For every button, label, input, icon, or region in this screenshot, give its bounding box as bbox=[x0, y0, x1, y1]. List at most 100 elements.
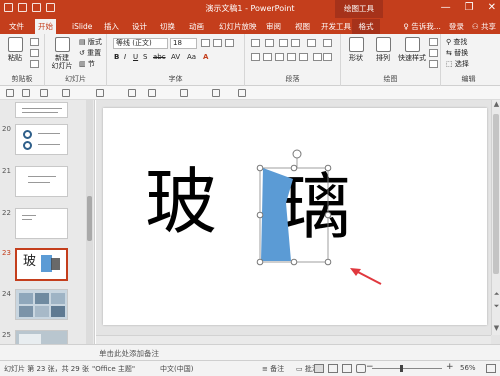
font-name-select[interactable]: 等线 (正文) bbox=[113, 38, 168, 49]
resize-handle[interactable] bbox=[290, 164, 298, 172]
underline-icon[interactable]: U bbox=[133, 53, 138, 62]
numbering-icon[interactable] bbox=[265, 39, 274, 47]
cut-icon[interactable] bbox=[30, 38, 39, 46]
rotate-handle-icon[interactable] bbox=[292, 149, 302, 159]
panel-scrollbar[interactable] bbox=[86, 100, 93, 344]
language-indicator[interactable]: 中文(中国) bbox=[160, 364, 193, 374]
change-case-icon[interactable]: Aa bbox=[187, 53, 196, 62]
clear-format-icon[interactable] bbox=[225, 39, 234, 47]
table-icon[interactable] bbox=[22, 89, 30, 97]
font-color-icon[interactable]: A bbox=[203, 53, 208, 62]
tell-me-box[interactable]: ♀ 告诉我... bbox=[403, 19, 441, 34]
slide-canvas[interactable]: 玻 璃 bbox=[103, 108, 487, 325]
bold-icon[interactable]: B bbox=[114, 53, 119, 62]
quick-styles-button[interactable]: 快速样式 bbox=[396, 37, 428, 62]
start-slideshow-icon[interactable] bbox=[180, 89, 188, 97]
freeform-shape[interactable] bbox=[261, 168, 293, 261]
align-right-icon[interactable] bbox=[275, 53, 284, 61]
tab-design[interactable]: 设计 bbox=[129, 19, 150, 34]
scroll-down-icon[interactable]: ▼ bbox=[492, 324, 500, 333]
more-commands-icon[interactable] bbox=[212, 89, 220, 97]
char-spacing-icon[interactable]: AV bbox=[171, 53, 180, 62]
resize-handle[interactable] bbox=[256, 258, 264, 266]
distribute-icon[interactable] bbox=[299, 53, 308, 61]
vertical-scroll-thumb[interactable] bbox=[493, 114, 499, 274]
tab-format[interactable]: 格式 bbox=[352, 19, 380, 34]
zoom-slider-knob[interactable] bbox=[400, 365, 403, 372]
tab-file[interactable]: 文件 bbox=[6, 19, 27, 34]
reset-button[interactable]: ↺ 重置 bbox=[79, 49, 101, 58]
normal-view-icon[interactable] bbox=[314, 364, 324, 373]
tab-view[interactable]: 视图 bbox=[292, 19, 313, 34]
resize-handle[interactable] bbox=[256, 164, 264, 172]
tab-developer[interactable]: 开发工具 bbox=[318, 19, 354, 34]
resize-handle[interactable] bbox=[324, 258, 332, 266]
strikethrough-icon[interactable]: abc bbox=[153, 53, 166, 62]
resize-handle[interactable] bbox=[256, 211, 264, 219]
notes-pane[interactable]: 单击此处添加备注 bbox=[0, 344, 500, 360]
vertical-scrollbar[interactable]: ▲ ⏶ ⏷ ▼ bbox=[491, 100, 500, 335]
slide-sorter-icon[interactable] bbox=[328, 364, 338, 373]
decrease-indent-icon[interactable] bbox=[279, 39, 288, 47]
fit-to-window-icon[interactable] bbox=[486, 364, 496, 373]
repeat-icon[interactable] bbox=[148, 89, 156, 97]
tab-review[interactable]: 审阅 bbox=[263, 19, 284, 34]
smartart-icon[interactable] bbox=[323, 53, 332, 61]
restore-button[interactable]: ❐ bbox=[465, 2, 474, 14]
shrink-font-icon[interactable] bbox=[213, 39, 222, 47]
notes-toggle-button[interactable]: ≡ 备注 bbox=[262, 364, 284, 374]
tab-animations[interactable]: 动画 bbox=[186, 19, 207, 34]
italic-icon[interactable]: I bbox=[124, 53, 126, 62]
select-button[interactable]: ⬚ 选择 bbox=[446, 60, 469, 69]
customize-icon[interactable] bbox=[238, 89, 246, 97]
shadow-icon[interactable]: S bbox=[143, 53, 147, 62]
login-link[interactable]: 登录 bbox=[449, 19, 464, 34]
redo-icon[interactable] bbox=[128, 89, 136, 97]
shapes-button[interactable]: 形状 bbox=[344, 37, 368, 62]
resize-handle[interactable] bbox=[290, 258, 298, 266]
reading-view-icon[interactable] bbox=[342, 364, 352, 373]
close-button[interactable]: ✕ bbox=[488, 2, 496, 14]
tab-slideshow[interactable]: 幻灯片放映 bbox=[216, 19, 260, 34]
tab-islide[interactable]: iSlide bbox=[69, 19, 95, 34]
slide-thumbnail[interactable] bbox=[15, 124, 68, 155]
next-slide-icon[interactable]: ⏷ bbox=[492, 302, 500, 311]
slide-thumbnail[interactable] bbox=[15, 166, 68, 197]
shape-effects-icon[interactable] bbox=[429, 60, 438, 68]
paste-button[interactable]: 粘贴 bbox=[3, 37, 27, 62]
prev-slide-icon[interactable]: ⏶ bbox=[492, 290, 500, 299]
zoom-out-button[interactable]: − bbox=[366, 362, 374, 372]
slide-thumbnail[interactable] bbox=[15, 330, 68, 344]
replace-button[interactable]: ⇆ 替换 bbox=[446, 49, 468, 58]
section-button[interactable]: ▥ 节 bbox=[79, 60, 95, 69]
slide-thumbnail[interactable] bbox=[15, 102, 68, 118]
shape-outline-icon[interactable] bbox=[429, 49, 438, 57]
panel-scroll-thumb[interactable] bbox=[87, 196, 92, 241]
increase-indent-icon[interactable] bbox=[291, 39, 300, 47]
line-spacing-icon[interactable] bbox=[307, 39, 316, 47]
minimize-button[interactable]: — bbox=[441, 2, 451, 14]
justify-icon[interactable] bbox=[287, 53, 296, 61]
layout-button[interactable]: ▤ 版式 bbox=[79, 38, 102, 47]
shape-fill-icon[interactable] bbox=[429, 38, 438, 46]
slide-thumbnail[interactable] bbox=[15, 208, 68, 239]
grow-font-icon[interactable] bbox=[201, 39, 210, 47]
share-button[interactable]: ⚇ 共享 bbox=[472, 19, 496, 34]
zoom-in-button[interactable]: + bbox=[446, 362, 454, 372]
font-size-select[interactable]: 18 bbox=[170, 38, 197, 49]
find-button[interactable]: ⚲ 查找 bbox=[446, 38, 467, 47]
undo-icon[interactable] bbox=[96, 89, 104, 97]
align-left-icon[interactable] bbox=[251, 53, 260, 61]
slide-thumbnail-selected[interactable]: 玻 bbox=[15, 248, 68, 281]
picture-icon[interactable] bbox=[40, 89, 48, 97]
format-painter-icon[interactable] bbox=[30, 60, 39, 68]
tab-home[interactable]: 开始 bbox=[35, 19, 56, 34]
align-center-icon[interactable] bbox=[263, 53, 272, 61]
bullets-icon[interactable] bbox=[251, 39, 260, 47]
horizontal-scrollbar[interactable] bbox=[96, 335, 491, 344]
copy-icon[interactable] bbox=[30, 49, 39, 57]
zoom-level[interactable]: 56% bbox=[460, 364, 476, 372]
tab-transitions[interactable]: 切换 bbox=[157, 19, 178, 34]
new-slide-button[interactable]: 新建 幻灯片 bbox=[48, 37, 76, 70]
save-icon[interactable] bbox=[6, 89, 14, 97]
